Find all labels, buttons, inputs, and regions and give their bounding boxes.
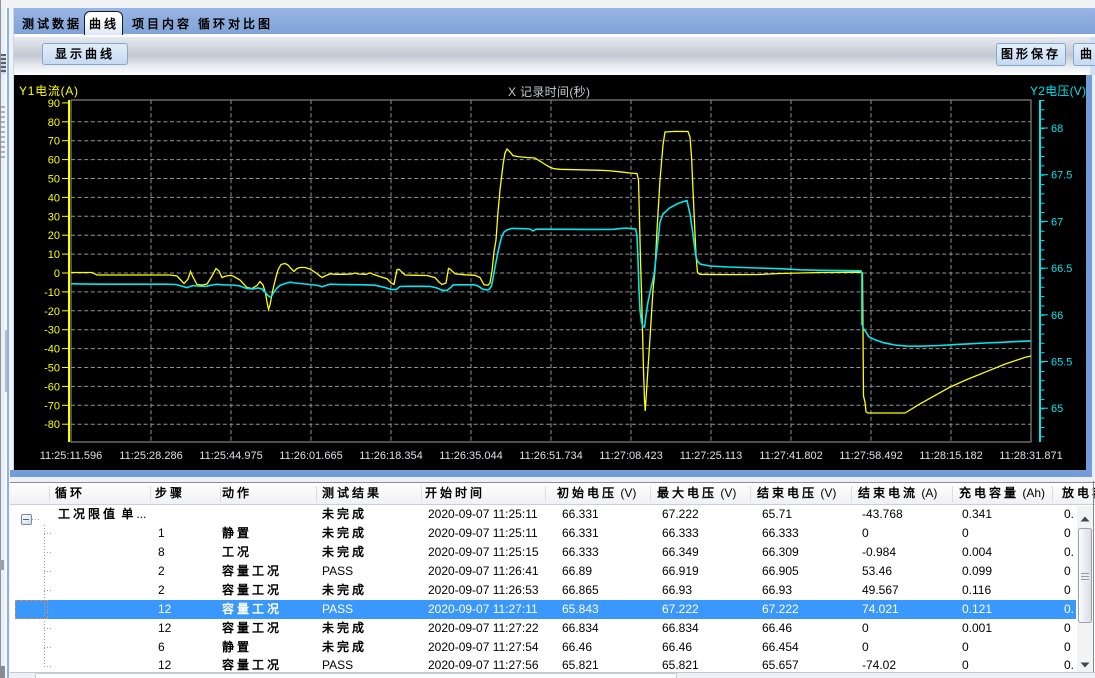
svg-text:11:26:18.354: 11:26:18.354	[359, 450, 422, 462]
svg-text:Y2电压(V): Y2电压(V)	[1030, 84, 1086, 98]
svg-text:-60: -60	[44, 381, 60, 393]
svg-text:68: 68	[1051, 123, 1063, 135]
svg-text:30: 30	[48, 211, 60, 223]
svg-text:-20: -20	[44, 306, 60, 318]
svg-text:11:27:25.113: 11:27:25.113	[680, 450, 743, 462]
svg-text:11:28:31.871: 11:28:31.871	[999, 450, 1062, 462]
svg-text:-80: -80	[44, 419, 60, 431]
svg-text:20: 20	[48, 230, 60, 242]
svg-text:X 记录时间(秒): X 记录时间(秒)	[508, 85, 590, 99]
svg-text:60: 60	[48, 155, 60, 167]
svg-text:11:26:51.734: 11:26:51.734	[519, 450, 582, 462]
svg-text:90: 90	[48, 98, 60, 110]
svg-text:66.5: 66.5	[1051, 263, 1072, 275]
svg-text:65.5: 65.5	[1051, 357, 1072, 369]
svg-text:66: 66	[1051, 310, 1063, 322]
svg-text:80: 80	[48, 117, 60, 129]
svg-text:11:27:41.802: 11:27:41.802	[759, 450, 822, 462]
svg-text:10: 10	[48, 249, 60, 261]
svg-text:11:25:28.286: 11:25:28.286	[119, 450, 182, 462]
svg-text:67: 67	[1051, 216, 1063, 228]
svg-text:65: 65	[1051, 403, 1063, 415]
svg-text:-30: -30	[44, 325, 60, 337]
svg-text:11:27:08.423: 11:27:08.423	[599, 450, 662, 462]
svg-text:67.5: 67.5	[1051, 170, 1072, 182]
svg-text:0: 0	[54, 268, 60, 280]
svg-text:-50: -50	[44, 363, 60, 375]
svg-text:40: 40	[48, 192, 60, 204]
svg-text:Y1电流(A): Y1电流(A)	[19, 84, 78, 98]
svg-text:11:25:44.975: 11:25:44.975	[199, 450, 262, 462]
svg-text:-10: -10	[44, 287, 60, 299]
svg-text:70: 70	[48, 136, 60, 148]
svg-text:50: 50	[48, 174, 60, 186]
svg-text:11:25:11.596: 11:25:11.596	[40, 450, 103, 462]
svg-text:11:26:01.665: 11:26:01.665	[279, 450, 342, 462]
svg-text:11:26:35.044: 11:26:35.044	[439, 450, 502, 462]
svg-text:11:28:15.182: 11:28:15.182	[919, 450, 982, 462]
svg-text:-40: -40	[44, 344, 60, 356]
svg-text:11:27:58.492: 11:27:58.492	[839, 450, 902, 462]
svg-text:-70: -70	[44, 400, 60, 412]
